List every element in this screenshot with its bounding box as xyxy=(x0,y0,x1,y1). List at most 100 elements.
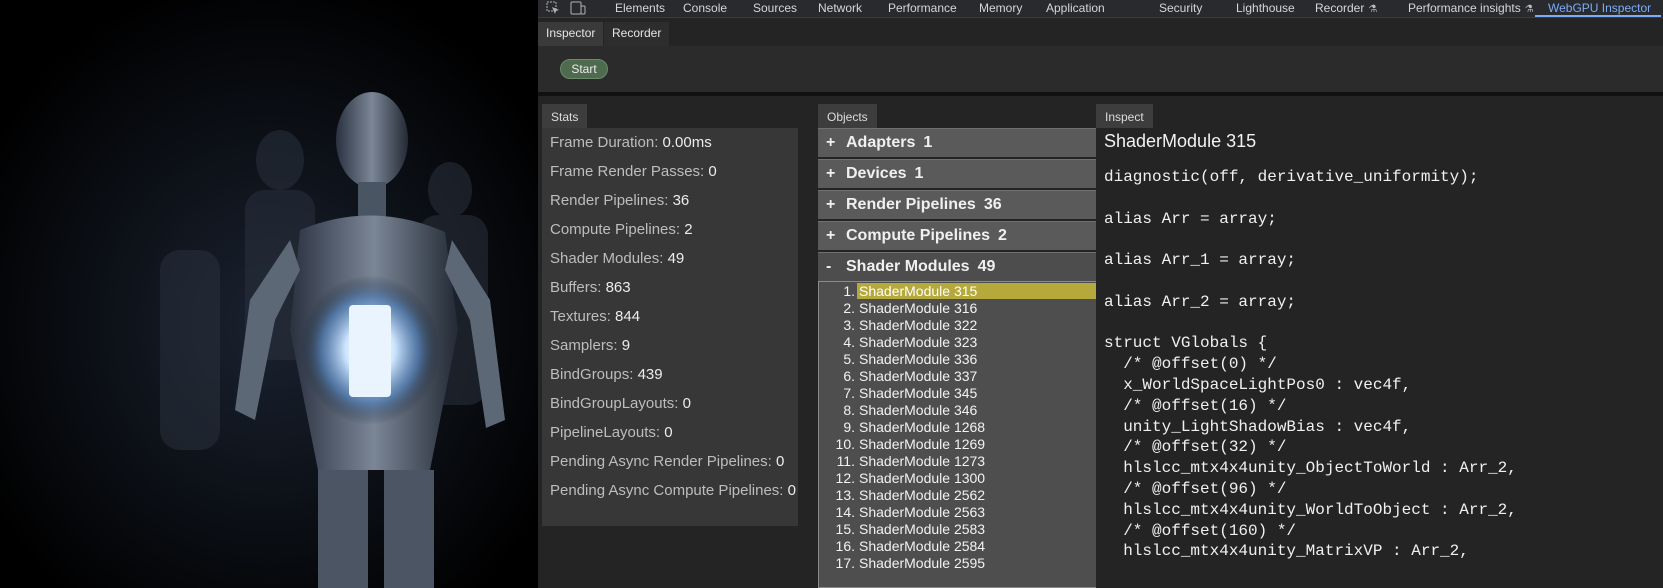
code-line: /* @offset(160) */ xyxy=(1104,521,1297,540)
subtab-recorder[interactable]: Recorder xyxy=(604,22,670,46)
stat-label: Buffers: xyxy=(550,279,602,296)
stat-value: 0 xyxy=(787,482,796,499)
object-group-name: Render Pipelines xyxy=(846,196,976,213)
code-line: alias Arr_2 = array; xyxy=(1104,292,1297,311)
tab-lighthouse[interactable]: Lighthouse xyxy=(1236,1,1295,15)
object-group-count: 1 xyxy=(914,165,924,182)
shader-module-item[interactable]: 11. ShaderModule 1273 xyxy=(819,453,1115,470)
shader-module-item[interactable]: 12. ShaderModule 1300 xyxy=(819,470,1115,487)
shader-module-item[interactable]: 7. ShaderModule 345 xyxy=(819,385,1115,402)
code-line: diagnostic(off, derivative_uniformity); xyxy=(1104,168,1479,186)
shader-module-item[interactable]: 15. ShaderModule 2583 xyxy=(819,521,1115,538)
shader-module-name: ShaderModule 1268 xyxy=(859,419,986,435)
shader-module-item[interactable]: 6. ShaderModule 337 xyxy=(819,368,1115,385)
stat-label: Shader Modules: xyxy=(550,250,664,267)
list-index: 15. xyxy=(835,521,855,537)
collapse-icon[interactable]: - xyxy=(826,258,846,276)
tab-network[interactable]: Network xyxy=(818,1,862,15)
stat-row: BindGroups: 439 xyxy=(550,366,663,383)
tab-sources[interactable]: Sources xyxy=(753,1,797,15)
code-line: struct VGlobals { xyxy=(1104,334,1268,353)
object-group-header[interactable]: + Devices 1 xyxy=(818,159,1128,188)
code-line: /* @offset(32) */ xyxy=(1104,438,1287,457)
shader-module-item[interactable]: 13. ShaderModule 2562 xyxy=(819,487,1115,504)
tab-recorder-label: Recorder xyxy=(1315,1,1365,15)
object-group-header[interactable]: - Shader Modules 49 xyxy=(818,252,1128,281)
shader-module-list[interactable]: 1. ShaderModule 315 2. ShaderModule 316 3. Sh… xyxy=(818,281,1128,588)
toolbar-divider xyxy=(538,92,1663,96)
inspector-subtabs: Inspector Recorder xyxy=(538,22,1663,46)
device-toolbar-icon[interactable] xyxy=(570,1,586,15)
start-button[interactable]: Start xyxy=(560,59,608,79)
code-line: x_WorldSpaceLightPos0 : vec4f, xyxy=(1104,376,1412,394)
inspect-element-icon[interactable] xyxy=(546,1,562,15)
objects-panel-tab[interactable]: Objects xyxy=(818,104,877,128)
shader-module-item[interactable]: 14. ShaderModule 2563 xyxy=(819,504,1115,521)
inspector-toolbar: Start xyxy=(538,46,1663,92)
shader-module-name: ShaderModule 336 xyxy=(859,351,978,367)
shader-module-item[interactable]: 9. ShaderModule 1268 xyxy=(819,419,1115,436)
list-index: 13. xyxy=(835,487,855,503)
code-line: /* @offset(0) */ xyxy=(1104,355,1277,374)
expand-icon[interactable]: + xyxy=(826,165,846,183)
expand-icon[interactable]: + xyxy=(826,196,846,214)
tab-webgpu-inspector[interactable]: WebGPU Inspector xyxy=(1548,1,1651,15)
list-index: 7. xyxy=(843,385,855,401)
tab-memory[interactable]: Memory xyxy=(979,1,1022,15)
inspect-panel: ShaderModule 315 diagnostic(off, derivat… xyxy=(1096,128,1663,588)
stats-panel-tab[interactable]: Stats xyxy=(542,104,588,128)
object-group-name: Adapters xyxy=(846,134,916,151)
stat-row: Textures: 844 xyxy=(550,308,640,325)
objects-panel: + Adapters 1 + Devices 1 + Render Pipelines 36 + C… xyxy=(818,128,1128,588)
shader-module-item[interactable]: 16. ShaderModule 2584 xyxy=(819,538,1115,555)
stats-panel: Frame Duration: 0.00ms Frame Render Passe… xyxy=(542,128,798,526)
object-group-header[interactable]: + Render Pipelines 36 xyxy=(818,190,1128,219)
stat-row: Pending Async Render Pipelines: 0 xyxy=(550,453,784,470)
shader-module-name: ShaderModule 1269 xyxy=(859,436,986,452)
stat-value: 36 xyxy=(672,192,690,209)
stat-value: 844 xyxy=(615,308,641,325)
webgpu-canvas[interactable] xyxy=(0,0,538,588)
shader-module-item[interactable]: 8. ShaderModule 346 xyxy=(819,402,1115,419)
tab-elements[interactable]: Elements xyxy=(615,1,665,15)
flask-icon: ⚗ xyxy=(1368,4,1378,15)
shader-module-name: ShaderModule 315 xyxy=(857,283,1115,299)
stat-label: Render Pipelines: xyxy=(550,192,669,209)
stat-row: Frame Render Passes: 0 xyxy=(550,163,717,180)
shader-module-name: ShaderModule 1273 xyxy=(859,453,986,469)
object-group-count: 36 xyxy=(983,196,1002,213)
shader-module-item[interactable]: 10. ShaderModule 1269 xyxy=(819,436,1115,453)
subtab-inspector[interactable]: Inspector xyxy=(538,22,604,46)
inspect-panel-tab[interactable]: Inspect xyxy=(1096,104,1153,128)
expand-icon[interactable]: + xyxy=(826,227,846,245)
object-group-count: 2 xyxy=(998,227,1007,244)
shader-module-item[interactable]: 17. ShaderModule 2595 xyxy=(819,555,1115,572)
tab-security[interactable]: Security xyxy=(1159,1,1202,15)
code-line: hlslcc_mtx4x4unity_ObjectToWorld : Arr_2… xyxy=(1104,459,1517,478)
stat-row: Frame Duration: 0.00ms xyxy=(550,134,712,151)
shader-module-name: ShaderModule 2583 xyxy=(859,521,986,537)
object-group-header[interactable]: + Adapters 1 xyxy=(818,128,1128,157)
tab-console[interactable]: Console xyxy=(683,1,727,15)
shader-module-item[interactable]: 2. ShaderModule 316 xyxy=(819,300,1115,317)
stat-value: 863 xyxy=(605,279,631,296)
tab-application[interactable]: Application xyxy=(1046,1,1105,15)
expand-icon[interactable]: + xyxy=(826,134,846,152)
stat-row: PipelineLayouts: 0 xyxy=(550,424,673,441)
tab-performance-insights[interactable]: Performance insights ⚗ xyxy=(1408,1,1534,15)
stat-label: BindGroups: xyxy=(550,366,634,383)
object-group-header[interactable]: + Compute Pipelines 2 xyxy=(818,221,1128,250)
tab-recorder[interactable]: Recorder ⚗ xyxy=(1315,1,1377,15)
shader-module-item[interactable]: 3. ShaderModule 322 xyxy=(819,317,1115,334)
stat-label: Pending Async Compute Pipelines: xyxy=(550,482,784,499)
object-group-count: 1 xyxy=(923,134,933,151)
stat-row: Compute Pipelines: 2 xyxy=(550,221,693,238)
shader-module-item[interactable]: 4. ShaderModule 323 xyxy=(819,334,1115,351)
tab-performance[interactable]: Performance xyxy=(888,1,957,15)
code-line: hlslcc_mtx4x4unity_MatrixVP : Arr_2, xyxy=(1104,542,1469,561)
shader-module-name: ShaderModule 1300 xyxy=(859,470,986,486)
shader-module-item[interactable]: 1. ShaderModule 315 xyxy=(819,283,1115,300)
code-line: /* @offset(16) */ xyxy=(1104,396,1287,415)
shader-module-item[interactable]: 5. ShaderModule 336 xyxy=(819,351,1115,368)
stat-value: 2 xyxy=(684,221,693,238)
